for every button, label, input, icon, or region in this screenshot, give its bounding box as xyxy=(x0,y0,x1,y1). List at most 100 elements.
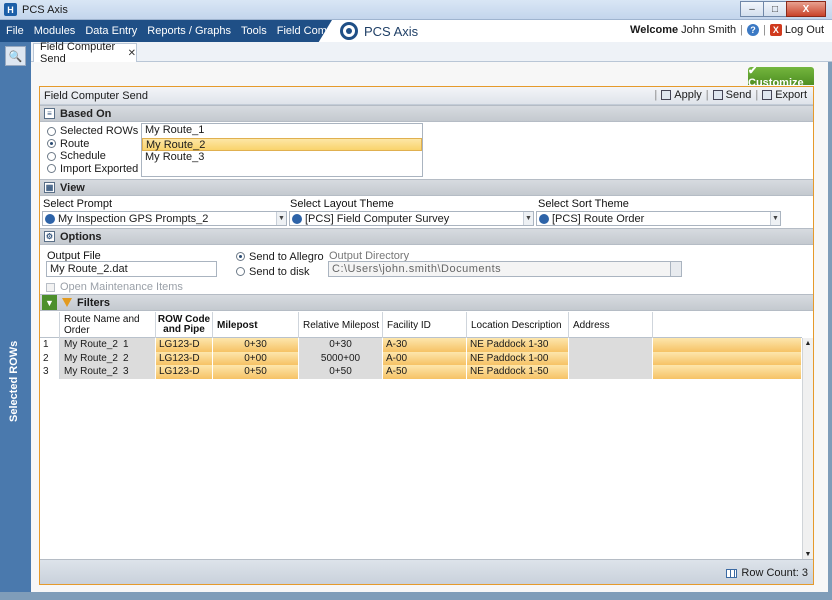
customize-button[interactable]: ✔ Customize xyxy=(748,65,814,89)
logo-text: PCS Axis xyxy=(364,23,419,39)
view-title: View xyxy=(60,181,85,194)
chevron-down-icon[interactable]: ▼ xyxy=(523,212,533,225)
export-label: Export xyxy=(775,89,807,101)
cell-location[interactable]: NE Paddock 1-00 xyxy=(467,351,569,365)
table-row[interactable]: 1 My Route_2 - 1 LG123-D 0+30 0+30 A-30 … xyxy=(40,338,802,352)
cell-relative-milepost[interactable]: 0+50 xyxy=(299,365,383,379)
cell-facility-id[interactable]: A-00 xyxy=(383,351,467,365)
select-prompt-dropdown[interactable]: My Inspection GPS Prompts_2 ▼ xyxy=(42,211,287,226)
logout-link[interactable]: Log Out xyxy=(785,24,824,36)
close-tab-icon[interactable]: ✕ xyxy=(128,48,136,59)
cell-order[interactable]: 2 xyxy=(120,351,156,365)
close-window-button[interactable]: X xyxy=(786,1,826,17)
chevron-down-icon[interactable]: ▼ xyxy=(770,212,780,225)
cell-filler xyxy=(653,338,802,352)
send-button[interactable]: Send xyxy=(712,89,751,101)
filter-funnel-icon xyxy=(62,298,72,307)
radio-send-allegro[interactable]: Send to Allegro xyxy=(236,249,324,264)
status-bar: Row Count: 3 xyxy=(40,559,813,584)
search-icon[interactable]: 🔍 xyxy=(5,46,26,66)
output-file-input[interactable]: My Route_2.dat xyxy=(46,261,217,277)
route-item[interactable]: My Route_1 xyxy=(142,124,422,138)
cell-relative-milepost[interactable]: 0+30 xyxy=(299,338,383,352)
based-on-section-header[interactable]: ≡ Based On xyxy=(40,105,813,122)
save-icon xyxy=(661,90,672,100)
cell-milepost[interactable]: 0+00 xyxy=(213,351,299,365)
globe-icon xyxy=(292,213,302,224)
select-layout-dropdown[interactable]: [PCS] Field Computer Survey ▼ xyxy=(289,211,534,226)
expand-chevron-icon[interactable]: ▼ xyxy=(42,295,57,310)
tab-strip: Field Computer Send ✕ xyxy=(31,41,832,65)
route-item[interactable]: My Route_3 xyxy=(142,151,422,165)
window-controls: – □ X xyxy=(740,1,826,17)
route-item-selected[interactable]: My Route_2 xyxy=(142,137,422,151)
cell-row-code[interactable]: LG123-D xyxy=(156,365,213,379)
output-directory-input: C:\Users\john.smith\Documents xyxy=(328,261,682,277)
radio-send-disk[interactable]: Send to disk xyxy=(236,264,324,279)
minimize-button[interactable]: – xyxy=(740,1,764,17)
cell-location[interactable]: NE Paddock 1-30 xyxy=(467,338,569,352)
row-count: Row Count: 3 xyxy=(726,567,808,579)
cell-address[interactable] xyxy=(569,365,653,379)
menu-tools[interactable]: Tools xyxy=(241,25,267,37)
cell-milepost[interactable]: 0+50 xyxy=(213,365,299,379)
col-facility-id[interactable]: Facility ID xyxy=(383,312,467,338)
cell-facility-id[interactable]: A-30 xyxy=(383,338,467,352)
cell-relative-milepost[interactable]: 5000+00 xyxy=(299,351,383,365)
sort-value: [PCS] Route Order xyxy=(552,212,645,225)
tab-field-computer-send[interactable]: Field Computer Send ✕ xyxy=(33,41,137,65)
help-icon[interactable]: ? xyxy=(747,24,759,36)
row-count-label: Row Count: xyxy=(741,567,799,579)
chevron-down-icon[interactable]: ▼ xyxy=(276,212,286,225)
view-section-header[interactable]: ▦ View xyxy=(40,179,813,196)
col-address[interactable]: Address xyxy=(569,312,653,338)
app-logo: PCS Axis xyxy=(340,22,418,40)
selected-rows-panel-toggle[interactable]: Selected ROWs xyxy=(8,341,24,422)
cell-milepost[interactable]: 0+30 xyxy=(213,338,299,352)
mail-icon xyxy=(712,90,723,100)
selected-rows-panel: 🔍 Selected ROWs xyxy=(0,42,31,592)
cell-row-code[interactable]: LG123-D xyxy=(156,338,213,352)
filters-section-header[interactable]: ▼ Filters xyxy=(40,294,813,311)
table-row[interactable]: 2 My Route_2 - 2 LG123-D 0+00 5000+00 A-… xyxy=(40,351,802,365)
col-relative-milepost[interactable]: Relative Milepost xyxy=(299,312,383,338)
table-icon xyxy=(726,568,738,578)
route-list[interactable]: My Route_1 My Route_2 My Route_3 xyxy=(141,123,423,177)
select-sort-dropdown[interactable]: [PCS] Route Order ▼ xyxy=(536,211,781,226)
logout-icon[interactable]: X xyxy=(769,24,782,36)
apply-label: Apply xyxy=(674,89,702,101)
menu-reports-graphs[interactable]: Reports / Graphs xyxy=(147,25,231,37)
app-icon: H xyxy=(4,3,17,16)
content-area: ✔ Customize Field Computer Send | Apply … xyxy=(31,62,828,592)
cell-address[interactable] xyxy=(569,338,653,352)
grid-header: Route Name and Order ROW Code and Pipe M… xyxy=(40,312,802,338)
menu-file[interactable]: File xyxy=(6,25,24,37)
open-maintenance-label: Open Maintenance Items xyxy=(60,281,183,293)
menu-modules[interactable]: Modules xyxy=(34,25,76,37)
col-row-code[interactable]: ROW Code and Pipe xyxy=(156,312,213,338)
user-area: Welcome John Smith | ? | X Log Out xyxy=(630,24,824,36)
cell-order[interactable]: 1 xyxy=(120,338,156,352)
grid-vertical-scrollbar[interactable]: ▲ ▼ xyxy=(802,338,813,559)
export-button[interactable]: Export xyxy=(762,89,807,101)
menu-data-entry[interactable]: Data Entry xyxy=(85,25,137,37)
cell-address[interactable] xyxy=(569,351,653,365)
options-title: Options xyxy=(60,230,102,243)
cell-location[interactable]: NE Paddock 1-50 xyxy=(467,365,569,379)
options-section-header[interactable]: ⚙ Options xyxy=(40,228,813,245)
cell-facility-id[interactable]: A-50 xyxy=(383,365,467,379)
scroll-down-icon[interactable]: ▼ xyxy=(803,549,813,559)
panel-title: Field Computer Send xyxy=(44,89,148,102)
table-row[interactable]: 3 My Route_2 - 3 LG123-D 0+50 0+50 A-50 … xyxy=(40,365,802,379)
layout-value: [PCS] Field Computer Survey xyxy=(305,212,450,225)
apply-button[interactable]: Apply xyxy=(661,89,702,101)
maximize-button[interactable]: □ xyxy=(763,1,787,17)
scroll-up-icon[interactable]: ▲ xyxy=(803,338,813,348)
cell-row-code[interactable]: LG123-D xyxy=(156,351,213,365)
cell-order[interactable]: 3 xyxy=(120,365,156,379)
col-location-description[interactable]: Location Description xyxy=(467,312,569,338)
export-icon xyxy=(762,90,773,100)
row-number: 1 xyxy=(40,338,60,352)
col-route-name[interactable]: Route Name and Order xyxy=(60,312,156,338)
col-milepost[interactable]: Milepost xyxy=(213,312,299,338)
